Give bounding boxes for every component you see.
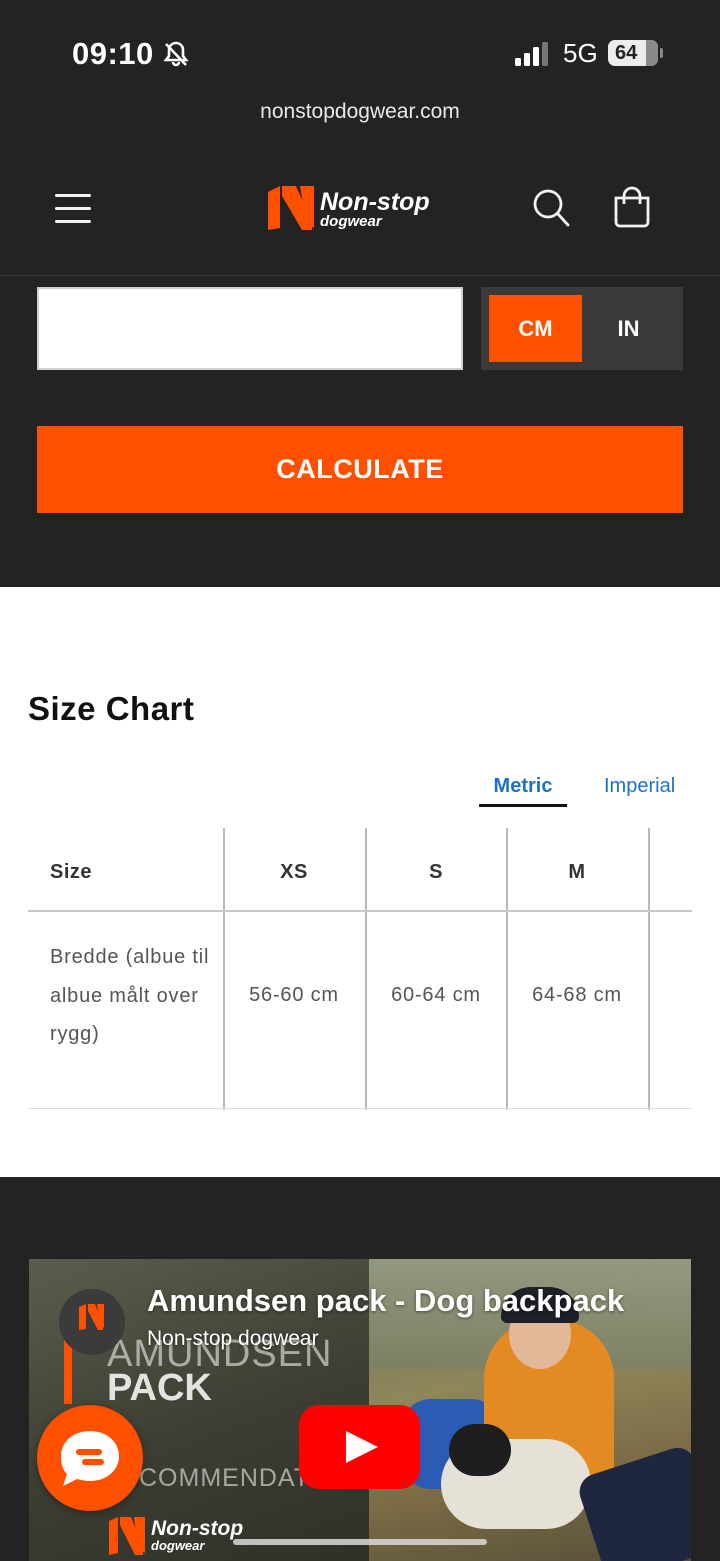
video-title[interactable]: Amundsen pack - Dog backpack [147, 1283, 624, 1319]
network-type: 5G [563, 38, 598, 68]
size-table[interactable]: Size XS S M Bredde (albue til albue målt… [28, 828, 692, 1110]
browser-url[interactable]: nonstopdogwear.com [0, 100, 720, 124]
table-header-m: M [568, 861, 586, 883]
hamburger-menu-icon[interactable] [55, 192, 91, 224]
chat-button[interactable] [37, 1405, 143, 1511]
channel-avatar[interactable] [59, 1289, 125, 1355]
table-header-s: S [429, 861, 443, 883]
status-time: 09:10 [72, 36, 154, 71]
site-header: Non-stop dogwear [0, 160, 720, 276]
video-brand-logo: Non-stop dogwear [109, 1517, 243, 1555]
table-header-size: Size [50, 861, 93, 883]
video-embed[interactable]: AMUNDSEN PACK COMMENDATIO Amundsen pack … [29, 1259, 691, 1561]
unit-toggle: CM IN [481, 287, 683, 370]
play-icon[interactable] [299, 1405, 420, 1489]
size-chart-title: Size Chart [28, 690, 195, 727]
battery-level: 64 [615, 42, 638, 64]
unit-in-button[interactable]: IN [582, 295, 675, 362]
search-icon[interactable] [532, 188, 570, 228]
tab-metric[interactable]: Metric [479, 775, 567, 807]
bell-slash-icon [163, 41, 189, 67]
table-cell-m: 64-68 cm [532, 984, 622, 1006]
home-indicator [233, 1539, 487, 1545]
svg-text:Non-stop: Non-stop [151, 1517, 243, 1540]
brand-logo[interactable]: Non-stop dogwear [266, 182, 456, 234]
calculate-button[interactable]: CALCULATE [37, 426, 683, 513]
unit-cm-button[interactable]: CM [489, 295, 582, 362]
size-chart-section: Size Chart Metric Imperial Size XS S M B… [0, 587, 720, 1177]
svg-text:dogwear: dogwear [151, 1538, 205, 1553]
signal-icon [515, 42, 548, 66]
video-channel[interactable]: Non-stop dogwear [147, 1327, 319, 1351]
shopping-bag-icon[interactable] [612, 186, 652, 228]
status-bar: 09:10 5G 64 nonstopdogwear.com [0, 0, 720, 123]
chat-icon [61, 1431, 119, 1486]
measurement-input[interactable] [37, 287, 463, 370]
channel-logo-icon [79, 1304, 104, 1330]
battery-indicator: 64 [608, 40, 663, 66]
table-cell-xs: 56-60 cm [249, 984, 339, 1006]
tab-imperial[interactable]: Imperial [604, 775, 675, 798]
table-row-label: Bredde (albue til albue målt over rygg) [50, 946, 210, 1045]
table-header-xs: XS [280, 861, 308, 883]
video-overlay-pack: PACK [107, 1367, 212, 1409]
table-cell-s: 60-64 cm [391, 984, 481, 1006]
svg-text:Non-stop: Non-stop [320, 188, 430, 216]
svg-text:dogwear: dogwear [320, 213, 383, 230]
